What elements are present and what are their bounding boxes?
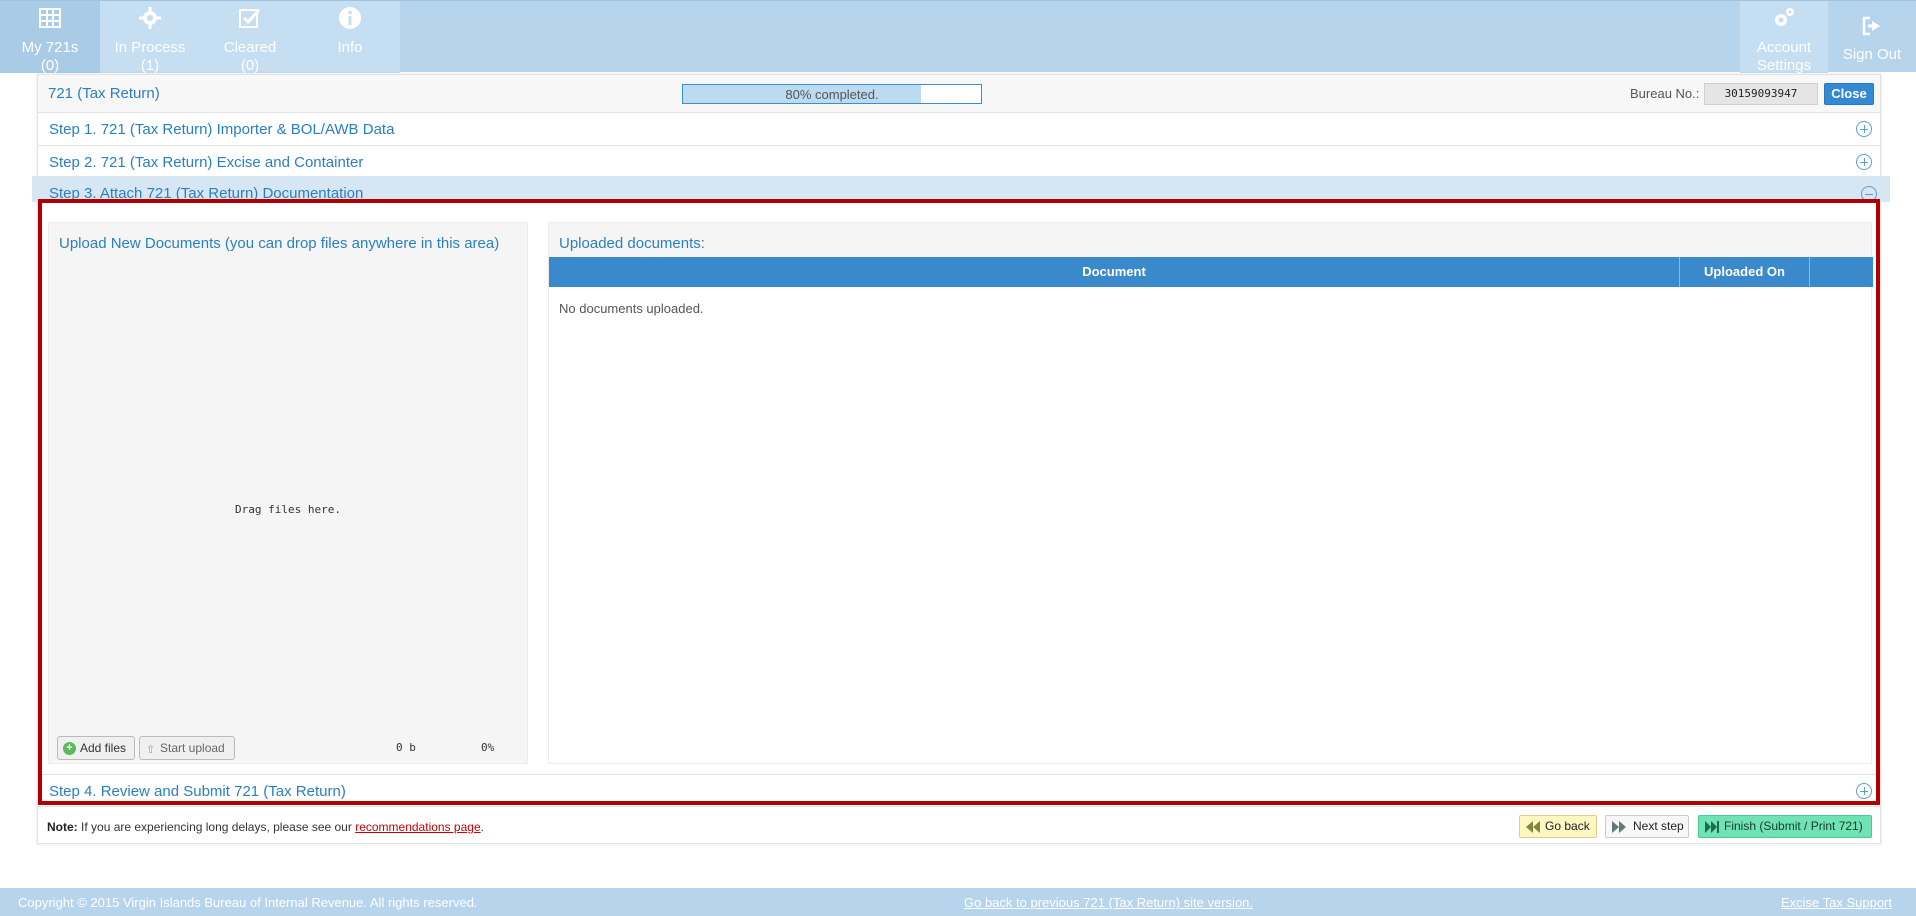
upload-arrow-icon: ⇧: [146, 744, 156, 756]
upload-size: 0 b: [396, 741, 416, 754]
excise-support-link[interactable]: Excise Tax Support: [1781, 895, 1892, 910]
delay-note: Note: If you are experiencing long delay…: [47, 820, 484, 834]
nav-label: Account: [1756, 39, 1812, 56]
table-header: Document Uploaded On: [549, 257, 1873, 287]
step-4-row[interactable]: Step 4. Review and Submit 721 (Tax Retur…: [38, 774, 1880, 807]
progress-bar: 80% completed.: [682, 84, 982, 104]
expand-plus-icon[interactable]: [1856, 121, 1872, 137]
rewind-icon: [1526, 821, 1540, 833]
upload-percent: 0%: [481, 741, 495, 754]
gear-icon: [100, 6, 200, 32]
nav-item-cleared[interactable]: Cleared (0): [200, 1, 300, 74]
column-document[interactable]: Document: [549, 257, 1680, 287]
expand-plus-icon[interactable]: [1856, 783, 1872, 799]
start-upload-button[interactable]: ⇧ Start upload: [139, 736, 235, 760]
step-3-content: Upload New Documents (you can drop files…: [40, 204, 1880, 774]
check-square-icon: [200, 6, 300, 32]
nav-label: My 721s: [21, 39, 79, 56]
nav-label: In Process: [114, 39, 186, 56]
gears-icon: [1740, 6, 1828, 32]
go-back-button[interactable]: Go back: [1519, 815, 1597, 838]
nav-label: Sign Out: [1842, 46, 1902, 63]
copyright-text: Copyright © 2015 Virgin Islands Bureau o…: [18, 895, 478, 910]
info-icon: [300, 6, 400, 32]
forward-icon: [1612, 821, 1626, 833]
nav-item-account-settings[interactable]: Account Settings: [1740, 1, 1828, 74]
step-3-label: Step 3. Attach 721 (Tax Return) Document…: [49, 185, 364, 202]
plus-circle-icon: +: [63, 742, 76, 755]
step-1-row[interactable]: Step 1. 721 (Tax Return) Importer & BOL/…: [38, 113, 1880, 146]
sign-out-icon: [1828, 14, 1916, 40]
nav-count: (0): [240, 57, 260, 74]
step-2-row[interactable]: Step 2. 721 (Tax Return) Excise and Cont…: [38, 146, 1880, 179]
bureau-number: 30159093947: [1704, 83, 1818, 105]
previous-version-link[interactable]: Go back to previous 721 (Tax Return) sit…: [964, 895, 1253, 910]
next-step-button[interactable]: Next step: [1605, 815, 1689, 838]
collapse-minus-icon[interactable]: [1861, 186, 1877, 202]
top-nav: My 721s (0) In Process (1) Cleared (0) I…: [0, 0, 1916, 74]
start-upload-label: Start upload: [160, 741, 225, 755]
step-4-label: Step 4. Review and Submit 721 (Tax Retur…: [49, 783, 346, 800]
fast-forward-end-icon: [1705, 821, 1719, 833]
nav-label: Settings: [1756, 57, 1812, 74]
step-2-label: Step 2. 721 (Tax Return) Excise and Cont…: [49, 154, 364, 171]
no-documents-text: No documents uploaded.: [559, 301, 704, 316]
close-button[interactable]: Close: [1824, 83, 1874, 105]
go-back-label: Go back: [1545, 819, 1590, 833]
nav-label: Cleared: [223, 39, 277, 56]
page-title: 721 (Tax Return): [48, 85, 160, 102]
documents-title-bar: Uploaded documents:: [549, 223, 1871, 257]
add-files-label: Add files: [80, 741, 127, 755]
table-icon: [0, 6, 100, 32]
add-files-button[interactable]: + Add files: [57, 736, 135, 760]
upload-title: Upload New Documents (you can drop files…: [59, 235, 500, 252]
nav-item-in-process[interactable]: In Process (1): [100, 1, 200, 74]
next-step-label: Next step: [1633, 819, 1684, 833]
note-text: If you are experiencing long delays, ple…: [81, 820, 352, 834]
step-1-label: Step 1. 721 (Tax Return) Importer & BOL/…: [49, 121, 395, 138]
nav-label: Info: [337, 39, 363, 56]
uploaded-documents-pane: Uploaded documents: Document Uploaded On…: [548, 222, 1873, 764]
nav-item-sign-out[interactable]: Sign Out: [1828, 1, 1916, 73]
nav-left: My 721s (0) In Process (1) Cleared (0) I…: [0, 1, 400, 74]
nav-right: Account Settings Sign Out: [1740, 1, 1916, 74]
drag-files-text: Drag files here.: [235, 503, 341, 516]
upload-dropzone[interactable]: Upload New Documents (you can drop files…: [48, 222, 528, 764]
nav-item-info[interactable]: Info: [300, 1, 400, 73]
nav-item-my-721s[interactable]: My 721s (0): [0, 1, 100, 74]
recommendations-link[interactable]: recommendations page: [355, 820, 480, 834]
step-3-row[interactable]: Step 3. Attach 721 (Tax Return) Document…: [32, 176, 1890, 202]
note-bold: Note:: [47, 820, 78, 834]
page-footer: Copyright © 2015 Virgin Islands Bureau o…: [0, 888, 1916, 916]
finish-label: Finish (Submit / Print 721): [1724, 819, 1863, 833]
panel-header: 721 (Tax Return) 80% completed. Bureau N…: [38, 75, 1880, 113]
documents-title: Uploaded documents:: [559, 235, 705, 252]
finish-button[interactable]: Finish (Submit / Print 721): [1698, 815, 1872, 838]
nav-count: (1): [140, 57, 160, 74]
nav-count: (0): [40, 57, 60, 74]
progress-text: 80% completed.: [785, 87, 879, 102]
column-uploaded-on[interactable]: Uploaded On: [1680, 257, 1810, 287]
note-end: .: [480, 820, 484, 834]
bureau-label: Bureau No.:: [1630, 86, 1700, 101]
expand-plus-icon[interactable]: [1856, 154, 1872, 170]
